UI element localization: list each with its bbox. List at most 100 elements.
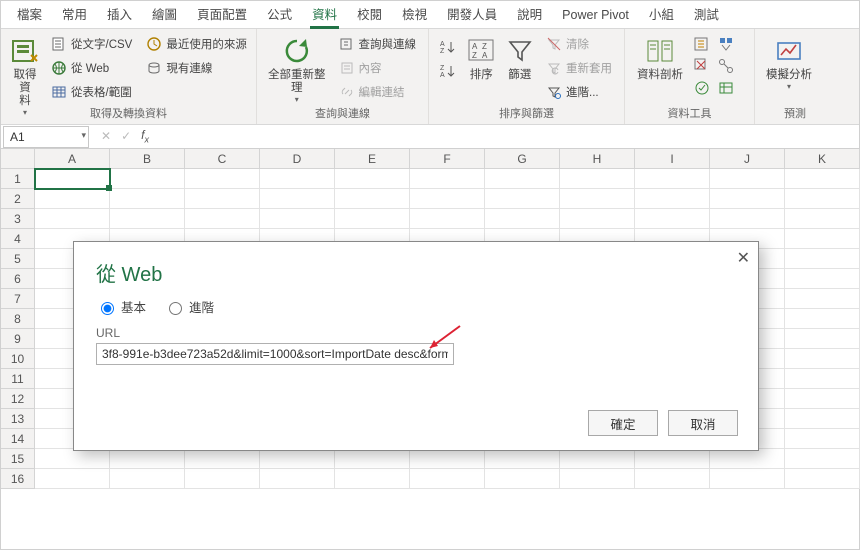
cell-I15[interactable] (635, 449, 710, 469)
cell-J15[interactable] (710, 449, 785, 469)
cell-K5[interactable] (785, 249, 860, 269)
column-header-G[interactable]: G (485, 149, 560, 169)
cell-I16[interactable] (635, 469, 710, 489)
select-all-corner[interactable] (1, 149, 35, 169)
cell-A2[interactable] (35, 189, 110, 209)
cell-K1[interactable] (785, 169, 860, 189)
radio-basic[interactable]: 基本 (96, 297, 146, 316)
filter-button[interactable]: 篩選 (504, 33, 537, 105)
cell-C1[interactable] (185, 169, 260, 189)
cell-B15[interactable] (110, 449, 185, 469)
cell-E3[interactable] (335, 209, 410, 229)
row-header-1[interactable]: 1 (1, 169, 35, 189)
column-header-C[interactable]: C (185, 149, 260, 169)
column-header-A[interactable]: A (35, 149, 110, 169)
column-header-F[interactable]: F (410, 149, 485, 169)
row-header-4[interactable]: 4 (1, 229, 35, 249)
cell-F2[interactable] (410, 189, 485, 209)
cell-G1[interactable] (485, 169, 560, 189)
cell-J1[interactable] (710, 169, 785, 189)
row-header-8[interactable]: 8 (1, 309, 35, 329)
what-if-analysis-button[interactable]: 模擬分析 ▾ (763, 33, 815, 105)
column-header-K[interactable]: K (785, 149, 860, 169)
column-header-D[interactable]: D (260, 149, 335, 169)
row-header-14[interactable]: 14 (1, 429, 35, 449)
cell-K11[interactable] (785, 369, 860, 389)
cell-G16[interactable] (485, 469, 560, 489)
cell-K8[interactable] (785, 309, 860, 329)
cell-I3[interactable] (635, 209, 710, 229)
row-header-3[interactable]: 3 (1, 209, 35, 229)
tab-insert[interactable]: 插入 (97, 1, 142, 29)
cell-K13[interactable] (785, 409, 860, 429)
cell-A16[interactable] (35, 469, 110, 489)
cell-H3[interactable] (560, 209, 635, 229)
cell-G2[interactable] (485, 189, 560, 209)
row-header-13[interactable]: 13 (1, 409, 35, 429)
chevron-down-icon[interactable]: ▾ (81, 130, 86, 141)
cell-E2[interactable] (335, 189, 410, 209)
close-icon[interactable]: ✕ (737, 248, 750, 268)
cell-J16[interactable] (710, 469, 785, 489)
tab-layout[interactable]: 頁面配置 (187, 1, 257, 29)
column-header-H[interactable]: H (560, 149, 635, 169)
cell-G3[interactable] (485, 209, 560, 229)
tab-view[interactable]: 檢視 (392, 1, 437, 29)
cell-F16[interactable] (410, 469, 485, 489)
cell-D2[interactable] (260, 189, 335, 209)
cell-K14[interactable] (785, 429, 860, 449)
row-header-15[interactable]: 15 (1, 449, 35, 469)
tab-formulas[interactable]: 公式 (257, 1, 302, 29)
cell-E1[interactable] (335, 169, 410, 189)
cell-K10[interactable] (785, 349, 860, 369)
cell-K9[interactable] (785, 329, 860, 349)
name-box[interactable]: A1▾ (3, 126, 89, 148)
sort-asc-button[interactable]: AZ (437, 37, 459, 57)
cell-A15[interactable] (35, 449, 110, 469)
cell-J2[interactable] (710, 189, 785, 209)
tab-team[interactable]: 小組 (639, 1, 684, 29)
cell-K3[interactable] (785, 209, 860, 229)
formula-input[interactable] (165, 126, 859, 148)
cell-B2[interactable] (110, 189, 185, 209)
cell-D16[interactable] (260, 469, 335, 489)
from-text-csv-button[interactable]: 從文字/CSV (47, 33, 136, 55)
cell-I1[interactable] (635, 169, 710, 189)
cell-A3[interactable] (35, 209, 110, 229)
flash-fill-icon[interactable] (693, 35, 711, 53)
get-data-button[interactable]: 取得資 料 ▾ (9, 33, 41, 105)
cell-C2[interactable] (185, 189, 260, 209)
cancel-formula-icon[interactable]: ✕ (101, 129, 111, 143)
tab-help[interactable]: 說明 (507, 1, 552, 29)
advanced-filter-button[interactable]: 進階... (542, 81, 616, 103)
row-header-5[interactable]: 5 (1, 249, 35, 269)
consolidate-icon[interactable] (717, 35, 735, 53)
column-header-J[interactable]: J (710, 149, 785, 169)
cell-F15[interactable] (410, 449, 485, 469)
cell-C16[interactable] (185, 469, 260, 489)
recent-sources-button[interactable]: 最近使用的來源 (142, 33, 251, 55)
row-header-16[interactable]: 16 (1, 469, 35, 489)
cell-K6[interactable] (785, 269, 860, 289)
existing-connections-button[interactable]: 現有連線 (142, 57, 251, 79)
fx-icon[interactable]: fx (141, 128, 149, 144)
sort-desc-button[interactable]: ZA (437, 61, 459, 81)
row-header-10[interactable]: 10 (1, 349, 35, 369)
cell-C3[interactable] (185, 209, 260, 229)
ok-button[interactable]: 確定 (588, 410, 658, 436)
cell-E15[interactable] (335, 449, 410, 469)
tab-home[interactable]: 常用 (52, 1, 97, 29)
tab-review[interactable]: 校閱 (347, 1, 392, 29)
cell-B1[interactable] (110, 169, 185, 189)
cell-C15[interactable] (185, 449, 260, 469)
tab-data[interactable]: 資料 (302, 1, 347, 29)
row-header-11[interactable]: 11 (1, 369, 35, 389)
cell-H2[interactable] (560, 189, 635, 209)
row-header-9[interactable]: 9 (1, 329, 35, 349)
data-validation-icon[interactable] (693, 79, 711, 97)
refresh-all-button[interactable]: 全部重新整 理 ▾ (265, 33, 329, 105)
cell-K7[interactable] (785, 289, 860, 309)
cell-J3[interactable] (710, 209, 785, 229)
tab-file[interactable]: 檔案 (7, 1, 52, 29)
row-header-7[interactable]: 7 (1, 289, 35, 309)
